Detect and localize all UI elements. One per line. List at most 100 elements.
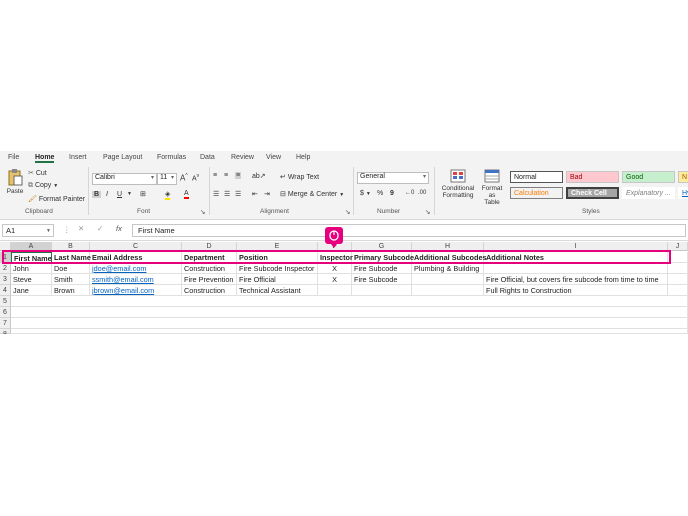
tab-data[interactable]: Data — [200, 154, 215, 161]
style-bad[interactable]: Bad — [566, 171, 619, 183]
cell-g1[interactable]: Primary Subcode — [352, 252, 414, 263]
cell-j1[interactable] — [668, 252, 688, 263]
format-as-table-button[interactable]: Format as Table — [478, 169, 506, 206]
align-right-button[interactable]: ☰ — [235, 190, 241, 198]
cell-i4[interactable]: Full Rights to Construction — [484, 285, 668, 296]
column-header-a[interactable]: A — [11, 242, 52, 251]
cancel-icon[interactable]: ✕ — [78, 224, 84, 233]
style-good[interactable]: Good — [622, 171, 675, 183]
launcher-icon[interactable]: ↘ — [200, 208, 205, 216]
orientation-button[interactable]: ab↗ — [252, 172, 266, 180]
column-header-j[interactable]: J — [668, 242, 688, 251]
cell-d3[interactable]: Fire Prevention — [182, 274, 237, 285]
cell-i1[interactable]: Additional Notes — [484, 252, 668, 263]
column-header-i[interactable]: I — [484, 242, 668, 251]
fill-color-button[interactable]: ◈ — [165, 190, 171, 200]
cell-c3[interactable]: ssmith@email.com — [90, 274, 182, 285]
row-header-6[interactable]: 6 — [0, 307, 11, 318]
cell-e2[interactable]: Fire Subcode Inspector — [237, 263, 318, 274]
cell-b1[interactable]: Last Name — [52, 252, 91, 263]
decrease-indent-button[interactable]: ⇤ — [252, 190, 258, 198]
cell-g2[interactable]: Fire Subcode — [352, 263, 412, 274]
shrink-font-button[interactable]: Av — [192, 173, 199, 182]
cell-g4[interactable] — [352, 285, 412, 296]
row-header-7[interactable]: 7 — [0, 318, 11, 329]
style-calculation[interactable]: Calculation — [510, 187, 563, 199]
cell-h1[interactable]: Additional Subcodes — [412, 252, 487, 263]
cell-c4[interactable]: jbrown@email.com — [90, 285, 182, 296]
cell-j4[interactable] — [668, 285, 688, 296]
grow-font-button[interactable]: A^ — [180, 173, 188, 183]
number-format-select[interactable]: General ▾ — [357, 172, 429, 184]
cell-e1[interactable]: Position — [237, 252, 318, 263]
underline-button[interactable]: U — [117, 191, 122, 198]
italic-button[interactable]: I — [106, 191, 108, 198]
cell-a1[interactable]: First Name — [11, 252, 52, 263]
increase-indent-button[interactable]: ⇥ — [264, 190, 270, 198]
column-header-d[interactable]: D — [182, 242, 237, 251]
middle-align-button[interactable]: ≡ — [224, 172, 228, 179]
row-header-1[interactable]: 1 — [0, 252, 11, 263]
style-check-cell[interactable]: Check Cell — [566, 187, 619, 199]
launcher-icon[interactable]: ↘ — [345, 208, 350, 216]
style-neutral[interactable]: N — [678, 171, 688, 183]
format-painter-button[interactable]: 🖌 Format Painter — [28, 195, 85, 203]
cut-button[interactable]: ✂ Cut — [28, 169, 47, 177]
cell-d4[interactable]: Construction — [182, 285, 237, 296]
empty-row-7[interactable] — [11, 318, 688, 329]
cell-h2[interactable]: Plumbing & Building — [412, 263, 484, 274]
tab-view[interactable]: View — [266, 154, 281, 161]
launcher-icon[interactable]: ↘ — [425, 208, 430, 216]
cell-h4[interactable] — [412, 285, 484, 296]
tab-home[interactable]: Home — [35, 154, 55, 163]
cell-d1[interactable]: Department — [182, 252, 237, 263]
cell-f3[interactable]: X — [318, 274, 352, 285]
wrap-text-button[interactable]: ↵ Wrap Text — [280, 173, 319, 181]
column-header-g[interactable]: G — [352, 242, 412, 251]
cell-d2[interactable]: Construction — [182, 263, 237, 274]
cell-j3[interactable] — [668, 274, 688, 285]
cell-f4[interactable] — [318, 285, 352, 296]
font-name-select[interactable]: Calibri ▾ — [92, 173, 157, 185]
style-explanatory[interactable]: Explanatory ... — [622, 187, 675, 199]
column-header-e[interactable]: E — [237, 242, 318, 251]
tab-insert[interactable]: Insert — [69, 154, 87, 161]
align-center-button[interactable]: ☰ — [224, 190, 230, 198]
column-header-h[interactable]: H — [412, 242, 484, 251]
style-hyperlink[interactable]: Hy — [678, 187, 688, 199]
insert-function-button[interactable]: fx — [116, 224, 122, 233]
top-align-button[interactable]: ≡ — [213, 172, 217, 179]
formula-input[interactable]: First Name — [132, 224, 686, 237]
cell-i2[interactable] — [484, 263, 668, 274]
merge-center-button[interactable]: ⊟ Merge & Center ▼ — [280, 190, 344, 198]
row-header-3[interactable]: 3 — [0, 274, 11, 285]
bold-button[interactable]: B — [92, 191, 102, 198]
paste-button[interactable]: Paste — [5, 168, 25, 202]
enter-icon[interactable]: ✓ — [97, 224, 103, 233]
currency-button[interactable]: $ ▼ — [360, 190, 371, 197]
tab-page-layout[interactable]: Page Layout — [103, 154, 142, 161]
tab-formulas[interactable]: Formulas — [157, 154, 186, 161]
cell-h3[interactable] — [412, 274, 484, 285]
cell-a4[interactable]: Jane — [11, 285, 52, 296]
bottom-align-button[interactable]: ≡ — [235, 172, 242, 179]
cell-b2[interactable]: Doe — [52, 263, 90, 274]
borders-button[interactable]: ⊞ — [140, 190, 146, 198]
column-header-b[interactable]: B — [52, 242, 90, 251]
cell-c2[interactable]: jdoe@email.com — [90, 263, 182, 274]
conditional-formatting-button[interactable]: Conditional Formatting — [440, 169, 476, 199]
comma-button[interactable]: 9 — [390, 190, 394, 197]
column-header-c[interactable]: C — [90, 242, 182, 251]
align-left-button[interactable]: ☰ — [213, 190, 219, 198]
chevron-down-icon[interactable]: ▼ — [127, 191, 132, 197]
empty-row-6[interactable] — [11, 307, 688, 318]
cell-f2[interactable]: X — [318, 263, 352, 274]
empty-row-5[interactable] — [11, 296, 688, 307]
cell-b3[interactable]: Smith — [52, 274, 90, 285]
row-header-4[interactable]: 4 — [0, 285, 11, 296]
percent-button[interactable]: % — [377, 190, 383, 197]
increase-decimal-button[interactable]: ←0 — [405, 190, 414, 196]
cell-b4[interactable]: Brown — [52, 285, 90, 296]
cell-g3[interactable]: Fire Subcode — [352, 274, 412, 285]
cell-e4[interactable]: Technical Assistant — [237, 285, 318, 296]
